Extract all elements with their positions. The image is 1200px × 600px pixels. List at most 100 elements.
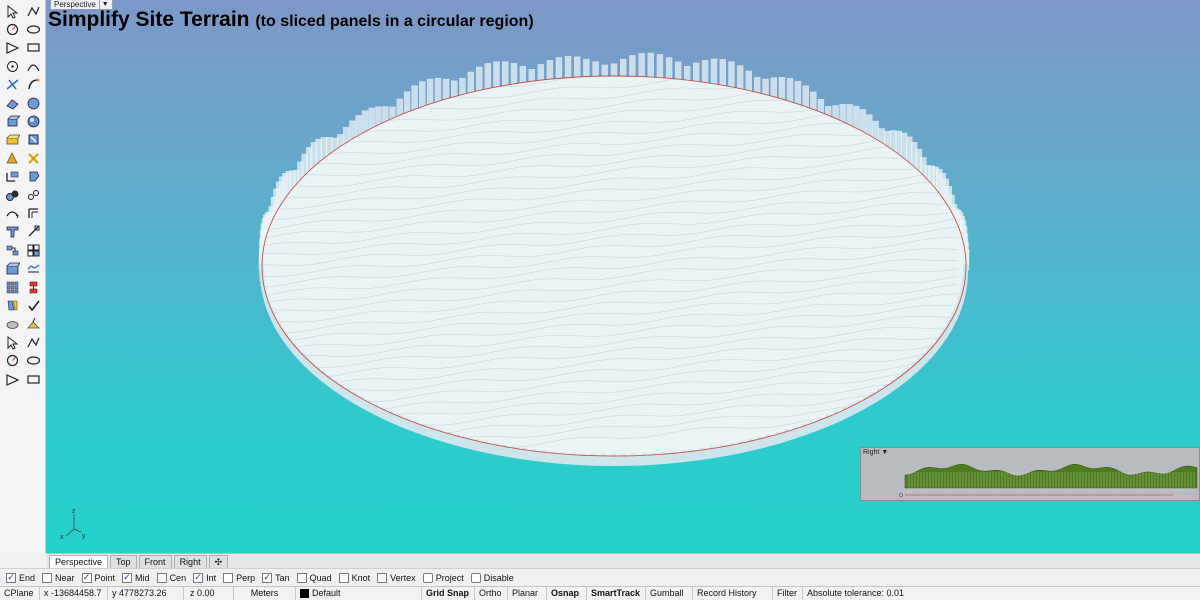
osnap-quad[interactable]: Quad	[296, 572, 332, 583]
circle-center-tool-icon[interactable]	[23, 39, 44, 57]
osnap-near-checkbox[interactable]	[42, 572, 53, 583]
osnap-toolbar: ✓ End Near ✓ Point ✓ Mid Cen ✓ Int Perp ✓ Tan Quad Kno…	[0, 568, 1200, 586]
osnap-quad-checkbox[interactable]	[296, 572, 307, 583]
osnap-label: Point	[94, 572, 116, 583]
polyline-2-tool-icon[interactable]	[23, 20, 44, 38]
offset-tool-icon[interactable]	[23, 223, 44, 241]
coord-x: x -13684458.7	[40, 586, 108, 600]
osnap-toggle[interactable]: Osnap	[547, 586, 587, 600]
layer-name: Default	[312, 587, 341, 598]
join-tool-icon[interactable]	[23, 186, 44, 204]
block-tool-icon[interactable]	[2, 296, 23, 314]
grid-tool-icon[interactable]	[2, 333, 23, 351]
osnap-disable-checkbox[interactable]	[470, 572, 481, 583]
tab-top[interactable]: Top	[110, 555, 137, 568]
osnap-label: Vertex	[390, 572, 416, 583]
right-viewport-thumbnail[interactable]: Right ▼	[860, 447, 1200, 501]
osnap-knot-checkbox[interactable]	[338, 572, 349, 583]
rectangle-tool-icon[interactable]	[23, 57, 44, 75]
right-viewport-label-tab[interactable]: Right ▼	[863, 449, 888, 456]
layer-tool-icon[interactable]	[23, 296, 44, 314]
osnap-mid[interactable]: ✓ Mid	[122, 572, 150, 583]
fillet-tool-icon[interactable]	[2, 223, 23, 241]
polyline-tool-icon[interactable]	[2, 20, 23, 38]
right-viewport-menu-arrow-icon[interactable]: ▼	[881, 449, 888, 456]
tab-right[interactable]: Right	[173, 555, 207, 568]
tab-perspective[interactable]: Perspective	[49, 555, 109, 568]
osnap-cen[interactable]: Cen	[156, 572, 187, 583]
surface-tools-tool-icon[interactable]	[2, 112, 23, 130]
analyze-tool-icon[interactable]	[2, 351, 23, 369]
osnap-perp[interactable]: Perp	[223, 572, 255, 583]
arc-tool-icon[interactable]	[2, 57, 23, 75]
osnap-label: Cen	[169, 572, 187, 583]
smarttrack-toggle[interactable]: SmartTrack	[587, 586, 646, 600]
boolean-tool-icon[interactable]	[2, 168, 23, 186]
dimension-tool-icon[interactable]	[23, 278, 44, 296]
polygon-tool-icon[interactable]	[2, 94, 23, 112]
gumball-toggle[interactable]: Gumball	[646, 586, 693, 600]
move-tool-icon[interactable]	[2, 241, 23, 259]
text-tool-icon[interactable]	[2, 278, 23, 296]
osnap-label: End	[19, 572, 36, 583]
material-tool-icon[interactable]	[23, 315, 44, 333]
osnap-near[interactable]: Near	[42, 572, 75, 583]
extrude-tool-icon[interactable]	[2, 149, 23, 167]
rotate-tool-icon[interactable]	[2, 259, 23, 277]
points-on-tool-icon[interactable]	[23, 333, 44, 351]
add-viewport-tab-icon[interactable]: ✣	[208, 555, 229, 568]
osnap-disable[interactable]: Disable	[470, 572, 514, 583]
osnap-project[interactable]: Project	[422, 572, 464, 583]
layer-selector[interactable]: Default	[296, 586, 422, 600]
cplane-button[interactable]: CPlane	[0, 586, 40, 600]
osnap-vertex[interactable]: Vertex	[377, 572, 416, 583]
solid-tools-tool-icon[interactable]	[23, 149, 44, 167]
osnap-end[interactable]: ✓ End	[6, 572, 36, 583]
osnap-knot[interactable]: Knot	[338, 572, 370, 583]
osnap-tan[interactable]: ✓ Tan	[262, 572, 290, 583]
point-tool-icon[interactable]	[23, 2, 44, 20]
osnap-int[interactable]: ✓ Int	[193, 572, 217, 583]
sphere-tool-icon[interactable]	[23, 131, 44, 149]
osnap-int-checkbox[interactable]: ✓	[193, 572, 204, 583]
osnap-label: Disable	[483, 572, 514, 583]
zebra-tool-icon[interactable]	[23, 370, 44, 388]
box-tool-icon[interactable]	[2, 131, 23, 149]
osnap-point[interactable]: ✓ Point	[81, 572, 116, 583]
osnap-label: Int	[206, 572, 217, 583]
osnap-point-checkbox[interactable]: ✓	[81, 572, 92, 583]
planar-toggle[interactable]: Planar	[508, 586, 547, 600]
osnap-perp-checkbox[interactable]	[223, 572, 234, 583]
osnap-tan-checkbox[interactable]: ✓	[262, 572, 273, 583]
trim-tool-icon[interactable]	[2, 186, 23, 204]
right-view-terrain	[899, 463, 1198, 497]
mesh-tool-icon[interactable]	[2, 204, 23, 222]
osnap-label: Near	[55, 572, 75, 583]
curve-tool-icon[interactable]	[23, 94, 44, 112]
group-tool-icon[interactable]	[23, 204, 44, 222]
osnap-mid-checkbox[interactable]: ✓	[122, 572, 133, 583]
osnap-end-checkbox[interactable]: ✓	[6, 572, 16, 583]
osnap-cen-checkbox[interactable]	[156, 572, 167, 583]
explode-tool-icon[interactable]	[23, 168, 44, 186]
ortho-toggle[interactable]: Ortho	[475, 586, 508, 600]
osnap-project-checkbox[interactable]	[422, 572, 433, 583]
ellipse-point-tool-icon[interactable]	[2, 76, 23, 94]
check-tool-icon[interactable]	[23, 351, 44, 369]
tab-front[interactable]: Front	[138, 555, 172, 568]
render-tool-icon[interactable]	[2, 315, 23, 333]
perspective-viewport[interactable]: Perspective ▼ Simplify Site Terrain (to …	[46, 0, 1200, 553]
surface-2-tool-icon[interactable]	[23, 112, 44, 130]
array-tool-icon[interactable]	[23, 259, 44, 277]
circle-tool-icon[interactable]	[2, 39, 23, 57]
ellipse-tool-icon[interactable]	[23, 76, 44, 94]
right-viewport-label: Right	[863, 449, 880, 456]
select-arrow-tool-icon[interactable]	[2, 2, 23, 20]
filter-button[interactable]: Filter	[773, 586, 803, 600]
grid-snap-toggle[interactable]: Grid Snap	[422, 586, 475, 600]
scale-tool-icon[interactable]	[23, 241, 44, 259]
properties-tool-icon[interactable]	[2, 370, 23, 388]
record-history-toggle[interactable]: Record History	[693, 586, 773, 600]
osnap-vertex-checkbox[interactable]	[377, 572, 388, 583]
units-button[interactable]: Meters	[234, 586, 296, 600]
